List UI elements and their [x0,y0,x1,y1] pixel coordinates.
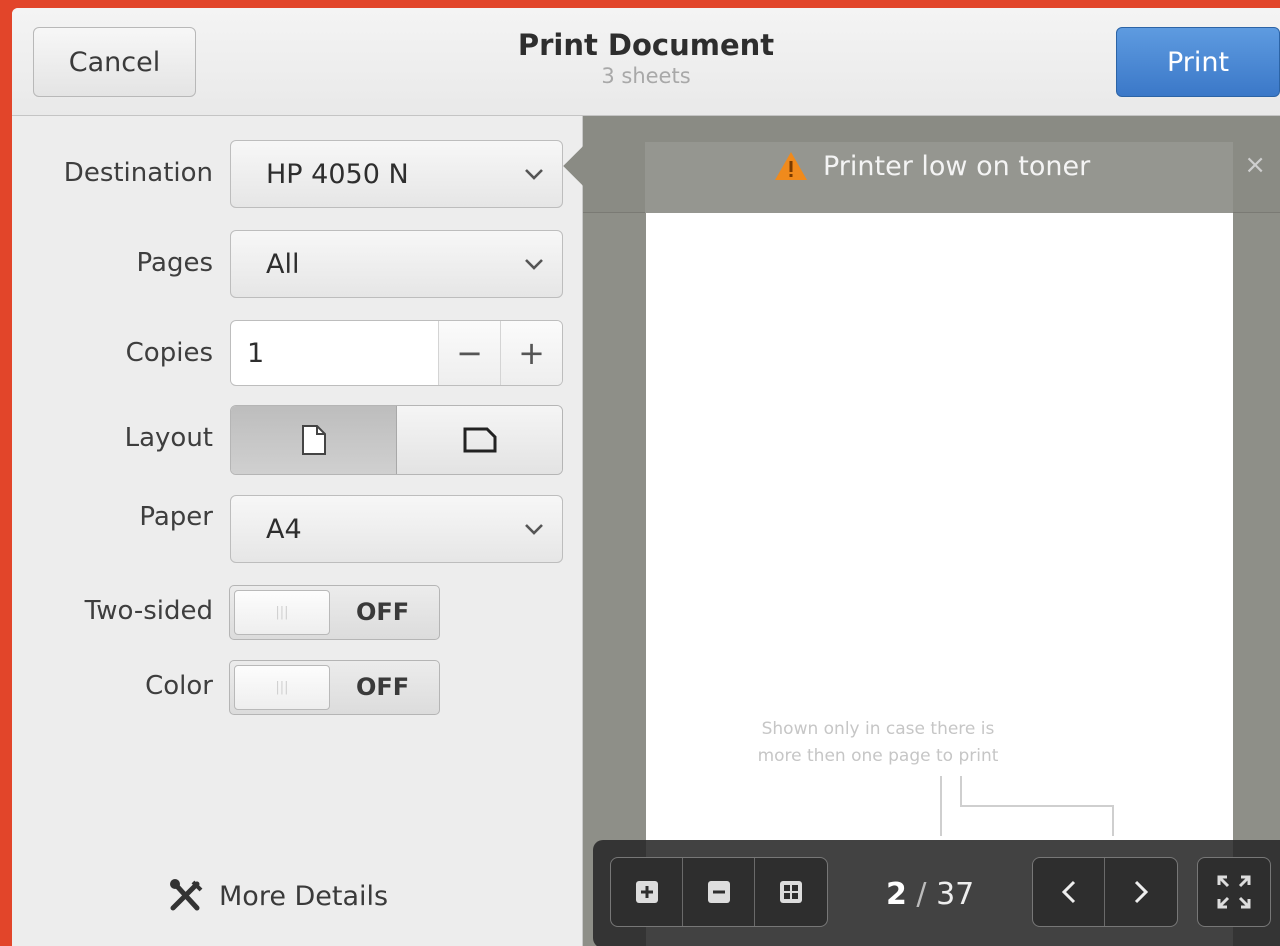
paper-dropdown[interactable]: A4 [230,495,563,563]
copies-label: Copies [125,338,213,368]
two-sided-state: OFF [356,598,410,626]
dialog-header: Cancel Print Document 3 sheets Print [12,8,1280,116]
layout-label: Layout [124,423,213,453]
next-page-button[interactable] [1105,858,1177,926]
chevron-down-icon [525,524,543,535]
destination-dropdown[interactable]: HP 4050 N [230,140,563,208]
fullscreen-button[interactable] [1198,858,1270,926]
close-icon[interactable]: × [1244,150,1266,180]
title-block: Print Document 3 sheets [12,28,1280,88]
print-button[interactable]: Print [1116,27,1280,97]
paper-label: Paper [139,502,213,532]
decrement-button[interactable]: − [438,321,500,385]
zoom-in-icon [635,881,658,903]
color-state: OFF [356,673,410,701]
two-sided-switch[interactable]: ||| OFF [229,585,440,640]
current-page: 2 [886,877,907,912]
zoom-button-group [610,857,828,927]
landscape-layout-button[interactable] [397,406,562,474]
fit-page-button[interactable] [755,858,827,926]
pages-label: Pages [136,248,214,278]
sheet-count: 3 sheets [601,64,691,88]
pages-value: All [266,248,300,280]
chevron-down-icon [525,259,543,270]
destination-label: Destination [63,158,213,188]
infobar-message: Printer low on toner [773,150,1090,182]
warning-infobar: Printer low on toner × [563,116,1280,213]
zoom-out-icon [707,881,730,903]
landscape-page-icon [463,427,496,453]
warning-icon [775,152,807,180]
switch-knob[interactable]: ||| [234,665,330,710]
preview-toolbar: 2 / 37 [593,840,1280,946]
fullscreen-group [1197,857,1271,927]
fullscreen-icon [1217,875,1251,909]
zoom-out-button[interactable] [683,858,755,926]
two-sided-label: Two-sided [84,596,213,626]
fit-page-icon [780,881,802,903]
annotation-callout-lines [940,776,1114,836]
more-details-label: More Details [219,880,389,912]
settings-panel: Destination HP 4050 N Pages All Copies 1… [12,116,583,946]
dialog-title: Print Document [517,28,775,62]
layout-toggle-group [230,405,563,475]
annotation-note: Shown only in case there is more then on… [757,719,999,766]
chevron-down-icon [525,169,543,180]
zoom-in-button[interactable] [611,858,683,926]
page-separator: / [916,877,927,912]
total-pages: 37 [936,877,975,912]
portrait-layout-button[interactable] [231,406,397,474]
increment-button[interactable]: + [500,321,562,385]
tools-icon [170,879,203,911]
color-switch[interactable]: ||| OFF [229,660,440,715]
paper-value: A4 [266,513,302,545]
portrait-page-icon [301,425,326,455]
infobar-text: Printer low on toner [823,150,1091,182]
more-details-button[interactable]: More Details [167,878,388,914]
page-nav-group [1032,857,1178,927]
previous-page-button[interactable] [1033,858,1105,926]
pages-dropdown[interactable]: All [230,230,563,298]
copies-stepper: 1 − + [230,320,563,386]
destination-value: HP 4050 N [266,158,409,190]
color-label: Color [145,671,213,701]
print-preview: Printer low on toner × Shown only in cas… [563,116,1280,946]
copies-input[interactable]: 1 [231,321,438,385]
print-dialog: Cancel Print Document 3 sheets Print Des… [12,8,1280,946]
chevron-right-icon [1134,880,1149,904]
switch-knob[interactable]: ||| [234,590,330,635]
chevron-left-icon [1061,880,1075,904]
page-indicator: 2 / 37 [886,877,974,912]
